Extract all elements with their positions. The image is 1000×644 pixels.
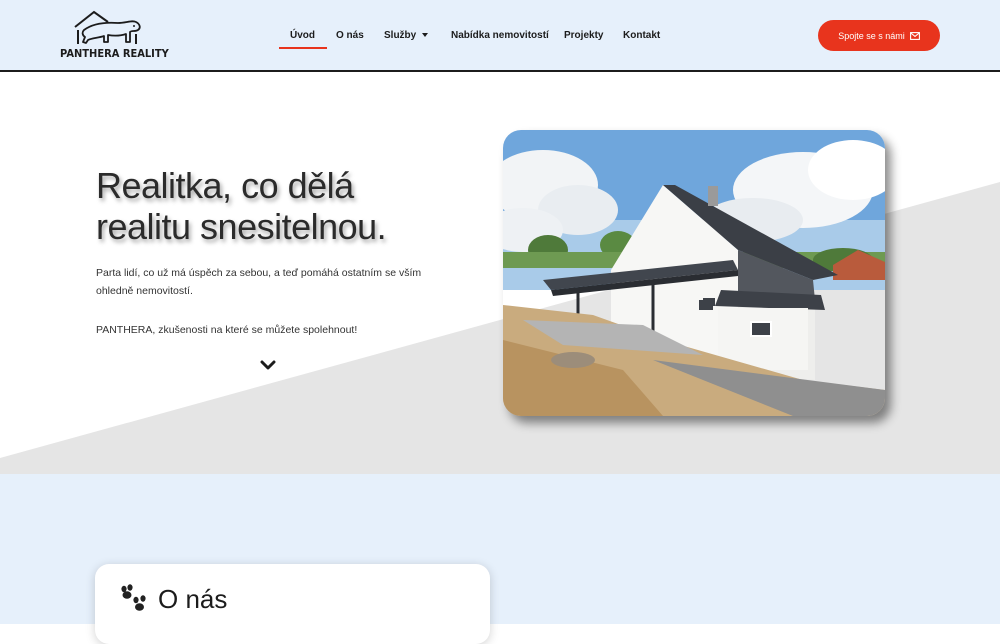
hero-title: Realitka, co dělá realitu snesitelnou. (96, 165, 387, 247)
logo[interactable]: PANTHERA REALITY (60, 10, 169, 62)
logo-text: PANTHERA REALITY (60, 47, 169, 60)
contact-us-label: Spojte se s námi (838, 30, 905, 41)
hero-house-photo (503, 130, 885, 416)
caret-down-icon (422, 33, 429, 38)
hero-paragraph-2: PANTHERA, zkušenosti na které se můžete … (96, 324, 358, 336)
panther-house-logo-icon (74, 10, 141, 44)
contact-us-button[interactable]: Spojte se s námi (818, 20, 940, 51)
about-title: O nás (158, 584, 228, 614)
envelope-icon (909, 31, 920, 40)
nav-item-sluzby-label: Služby (384, 30, 417, 41)
nav-item-projekty[interactable]: Projekty (564, 30, 603, 41)
hero-paragraph-1: Parta lidí, co už má úspěch za sebou, a … (96, 267, 422, 297)
nav-item-sluzby[interactable]: Služby (384, 30, 429, 41)
site-header: PANTHERA REALITY Úvod O nás Služby Nabíd… (0, 0, 1000, 72)
nav-item-kontakt[interactable]: Kontakt (623, 30, 660, 41)
house-image (503, 130, 885, 416)
paw-prints-icon (121, 584, 146, 611)
about-section: O nás (0, 474, 1000, 644)
hero-section: Realitka, co dělá realitu snesitelnou. P… (0, 72, 1000, 474)
nav-item-uvod[interactable]: Úvod (279, 30, 327, 49)
chevron-down-icon[interactable] (260, 359, 276, 373)
about-card: O nás (95, 564, 490, 644)
nav-item-nabidka[interactable]: Nabídka nemovitostí (451, 30, 549, 41)
nav-item-o-nas[interactable]: O nás (336, 30, 364, 41)
